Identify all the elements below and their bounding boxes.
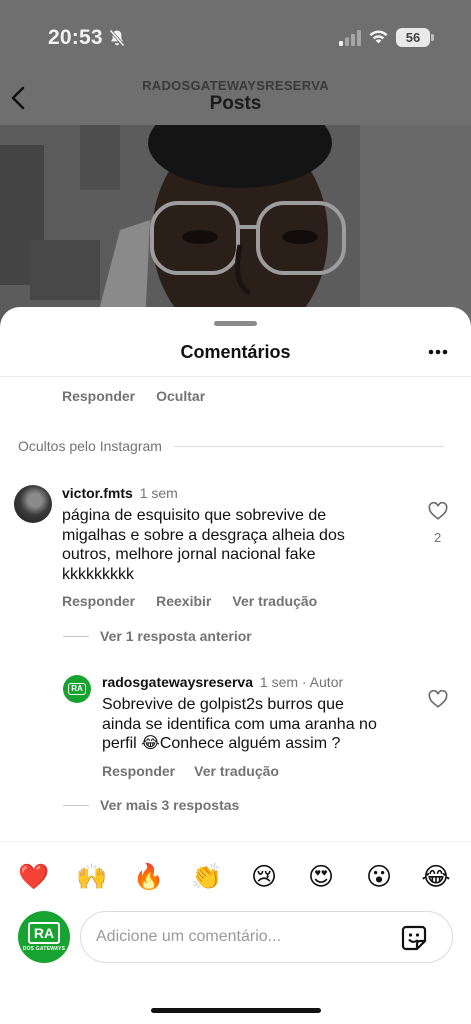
composer-avatar[interactable]: RA DOS GATEWAYS xyxy=(18,911,70,963)
see-translation-button[interactable]: Ver tradução xyxy=(232,593,317,609)
like-count: 2 xyxy=(434,530,442,545)
more-options-icon[interactable] xyxy=(428,349,448,355)
comment-text-line: migalhas e sobre a desgraça alheia dos xyxy=(62,526,345,544)
heart-icon[interactable] xyxy=(428,502,448,520)
hidden-comments-divider xyxy=(173,445,444,447)
author-avatar-initials: RA xyxy=(68,683,86,695)
sheet-divider xyxy=(0,376,471,377)
emoji-fire-button[interactable]: 🔥 xyxy=(131,859,167,895)
profile-username: RADOSGATEWAYSRESERVA xyxy=(142,78,329,93)
battery-icon: 56 xyxy=(396,28,430,47)
view-previous-replies-label: Ver 1 resposta anterior xyxy=(100,628,252,644)
reply-text: Sobrevive de golpist2s burros que ainda … xyxy=(102,695,417,754)
reply-username[interactable]: radosgatewaysreserva xyxy=(102,674,253,690)
sticker-icon[interactable] xyxy=(400,924,428,952)
emoji-raised-hands-button[interactable]: 🙌 xyxy=(74,859,110,895)
author-avatar[interactable]: RA xyxy=(63,675,91,703)
reply-text-line: Sobrevive de golpist2s burros que xyxy=(102,696,344,713)
emoji-laughing-button[interactable]: 😂 xyxy=(418,859,454,895)
post-photo-image xyxy=(0,125,471,325)
comment-actions: Responder Reexibir Ver tradução xyxy=(62,593,317,609)
replies-line xyxy=(63,804,89,806)
emoji-clap-button[interactable]: 👏 xyxy=(189,859,225,895)
emoji-bar-divider xyxy=(0,841,471,842)
comment-text-line: outros, melhore jornal nacional fake xyxy=(62,546,316,563)
reply-text-line: perfil 😂Conhece alguém assim ? xyxy=(102,735,341,752)
reply-actions: Responder Ver tradução xyxy=(102,763,279,779)
page-title: Posts xyxy=(209,93,262,114)
comment-header: victor.fmts 1 sem xyxy=(62,485,178,501)
reply-button[interactable]: Responder xyxy=(62,593,135,609)
emoji-reaction-bar: ❤️ 🙌 🔥 👏 😢 😍 😮 😂 xyxy=(0,859,471,895)
composer-avatar-caption: DOS GATEWAYS xyxy=(22,946,66,952)
unhide-button[interactable]: Reexibir xyxy=(156,593,211,609)
comment-username[interactable]: victor.fmts xyxy=(62,485,133,501)
previous-comment-actions: Responder Ocultar xyxy=(62,388,205,404)
post-photo xyxy=(0,125,471,325)
view-previous-replies[interactable]: Ver 1 resposta anterior xyxy=(63,628,252,644)
reply-meta: 1 sem · Autor xyxy=(259,674,344,690)
hidden-comments-label: Ocultos pelo Instagram xyxy=(18,438,162,454)
comment-input[interactable]: Adicione um comentário... xyxy=(80,911,453,963)
bell-slash-icon xyxy=(109,29,125,47)
emoji-crying-button[interactable]: 😢 xyxy=(246,859,282,895)
wifi-icon xyxy=(369,30,388,44)
comment-age: 1 sem xyxy=(139,485,178,501)
composer-avatar-initials: RA xyxy=(27,922,61,944)
emoji-surprised-button[interactable]: 😮 xyxy=(361,859,397,895)
comment-text-line: página de esquisito que sobrevive de xyxy=(62,507,327,524)
sheet-grabber[interactable] xyxy=(214,321,257,326)
emoji-heart-button[interactable]: ❤️ xyxy=(16,859,52,895)
comments-sheet: Comentários Responder Ocultar Ocultos pe… xyxy=(0,307,471,1024)
avatar[interactable] xyxy=(14,485,52,523)
view-more-replies-label: Ver mais 3 respostas xyxy=(100,797,240,813)
home-indicator[interactable] xyxy=(151,1008,321,1013)
status-time: 20:53 xyxy=(48,26,103,49)
see-translation-button[interactable]: Ver tradução xyxy=(194,763,279,779)
reply-button[interactable]: Responder xyxy=(62,388,135,404)
reply-button[interactable]: Responder xyxy=(102,763,175,779)
hide-button[interactable]: Ocultar xyxy=(156,388,205,404)
comment-input-placeholder: Adicione um comentário... xyxy=(96,928,281,945)
heart-icon[interactable] xyxy=(428,690,448,708)
status-bar: 20:53 56 xyxy=(0,0,471,70)
comment-text: página de esquisito que sobrevive de mig… xyxy=(62,506,412,584)
reply-text-line: ainda se identifica com uma aranha no xyxy=(102,715,377,733)
sheet-title: Comentários xyxy=(180,342,291,362)
reply-header: radosgatewaysreserva 1 sem · Autor xyxy=(102,674,343,690)
battery-tip xyxy=(431,34,434,41)
hidden-comments-section: Ocultos pelo Instagram xyxy=(18,438,444,454)
emoji-heart-eyes-button[interactable]: 😍 xyxy=(303,859,339,895)
replies-line xyxy=(63,635,89,637)
comment-text-line: kkkkkkkkk xyxy=(62,565,134,583)
cellular-signal-icon xyxy=(339,30,361,46)
view-more-replies[interactable]: Ver mais 3 respostas xyxy=(63,797,239,813)
